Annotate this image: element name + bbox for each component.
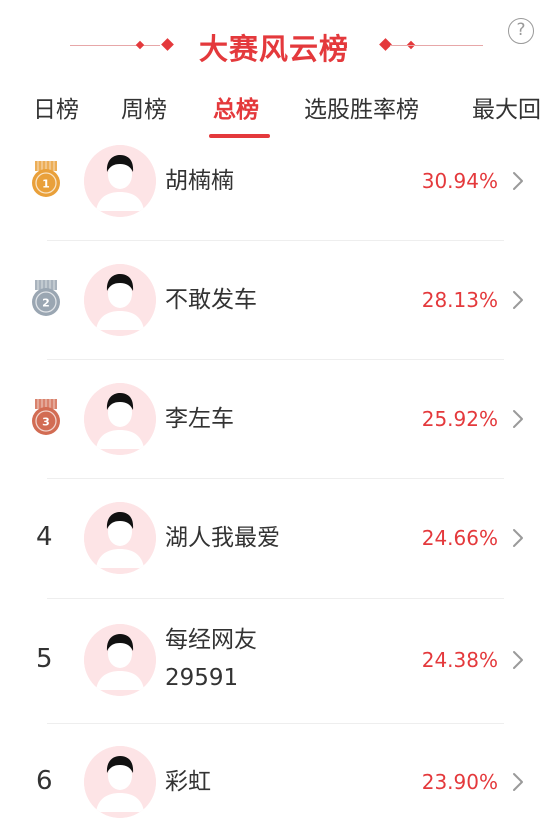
tab-win-rate[interactable]: 选股胜率榜 — [304, 90, 419, 124]
default-avatar-icon — [84, 746, 156, 818]
avatar[interactable] — [84, 502, 156, 574]
avatar[interactable] — [84, 746, 156, 818]
row-divider — [47, 598, 504, 599]
default-avatar-icon — [84, 145, 156, 217]
win-rate: 23.90% — [421, 770, 498, 794]
tab-overall[interactable]: 总榜 — [213, 90, 259, 124]
svg-text:1: 1 — [42, 178, 50, 191]
default-avatar-icon — [84, 502, 156, 574]
avatar[interactable] — [84, 383, 156, 455]
row-divider — [47, 478, 504, 479]
user-name-line2: 29591 — [165, 665, 239, 691]
gold-medal-icon: 1 — [29, 159, 63, 199]
tab-weekly[interactable]: 周榜 — [121, 90, 167, 124]
page-title: 大赛风云榜 — [198, 32, 349, 66]
chevron-right-icon[interactable] — [510, 650, 526, 670]
win-rate: 24.66% — [421, 526, 498, 550]
avatar[interactable] — [84, 145, 156, 217]
user-name: 胡楠楠 — [165, 168, 234, 194]
svg-text:3: 3 — [42, 416, 50, 429]
user-name-line1: 每经网友 — [165, 627, 257, 653]
win-rate: 30.94% — [421, 169, 498, 193]
avatar[interactable] — [84, 624, 156, 696]
default-avatar-icon — [84, 624, 156, 696]
chevron-right-icon[interactable] — [510, 409, 526, 429]
avatar[interactable] — [84, 264, 156, 336]
user-name: 每经网友 29591 — [165, 621, 257, 697]
row-divider — [47, 723, 504, 724]
tab-daily[interactable]: 日榜 — [33, 90, 79, 124]
leaderboard-header: 大赛风云榜 ? — [0, 0, 548, 90]
chevron-right-icon[interactable] — [510, 772, 526, 792]
tab-max-drawdown[interactable]: 最大回 — [472, 90, 541, 124]
win-rate: 28.13% — [421, 288, 498, 312]
question-circle-icon: ? — [516, 20, 526, 40]
user-name: 不敢发车 — [165, 287, 257, 313]
active-tab-indicator — [209, 134, 270, 138]
user-name: 彩虹 — [165, 769, 211, 795]
title-decoration-right — [390, 45, 483, 46]
row-divider — [47, 240, 504, 241]
rank-number: 4 — [36, 522, 53, 552]
bronze-medal-icon: 3 — [29, 397, 63, 437]
silver-medal-icon: 2 — [29, 278, 63, 318]
win-rate: 24.38% — [421, 648, 498, 672]
rank-number: 5 — [36, 644, 53, 674]
win-rate: 25.92% — [421, 407, 498, 431]
default-avatar-icon — [84, 383, 156, 455]
user-name: 湖人我最爱 — [165, 525, 280, 551]
user-name: 李左车 — [165, 406, 234, 432]
chevron-right-icon[interactable] — [510, 290, 526, 310]
ranking-tabs: 日榜 周榜 总榜 选股胜率榜 最大回 — [0, 84, 548, 144]
chevron-right-icon[interactable] — [510, 528, 526, 548]
help-button[interactable]: ? — [508, 18, 534, 44]
row-divider — [47, 359, 504, 360]
rank-number: 6 — [36, 766, 53, 796]
default-avatar-icon — [84, 264, 156, 336]
svg-text:2: 2 — [42, 297, 50, 310]
chevron-right-icon[interactable] — [510, 171, 526, 191]
